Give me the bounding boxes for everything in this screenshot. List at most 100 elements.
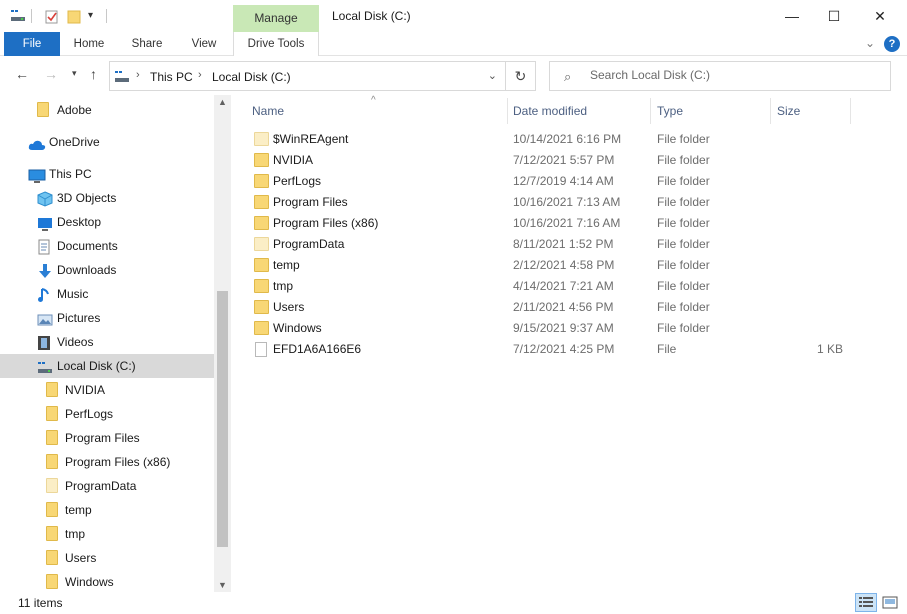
nav-item-3d-objects[interactable]: 3D Objects [0,186,214,210]
nav-item-onedrive[interactable]: OneDrive [0,130,214,154]
customize-quick-access-icon[interactable]: ▾ [88,10,93,21]
column-separator[interactable] [850,98,851,124]
file-row[interactable]: tmp 4/14/2021 7:21 AM File folder [251,276,851,297]
file-row[interactable]: Windows 9/15/2021 9:37 AM File folder [251,318,851,339]
recent-locations-icon[interactable]: ▾ [72,68,77,79]
file-name: ProgramData [273,237,345,251]
this-pc-icon [28,167,46,183]
scrollbar-thumb[interactable] [217,291,228,547]
details-view-button[interactable] [855,593,877,612]
file-date-modified: 2/12/2021 4:58 PM [513,258,615,272]
file-row[interactable]: Program Files (x86) 10/16/2021 7:16 AM Fil… [251,213,851,234]
nav-item-label: Windows [65,575,114,589]
forward-arrow-icon[interactable]: → [44,66,58,82]
tab-drive-tools[interactable]: Drive Tools [233,32,319,56]
back-arrow-icon[interactable]: ← [15,66,29,82]
nav-item-label: NVIDIA [65,383,106,397]
tab-home[interactable]: Home [66,32,112,56]
breadcrumb-chevron-icon[interactable]: › [136,69,140,81]
scroll-down-icon[interactable]: ▼ [218,580,227,590]
nav-item-tmp[interactable]: tmp [0,522,214,546]
nav-item-nvidia[interactable]: NVIDIA [0,378,214,402]
nav-item-local-disk-c[interactable]: Local Disk (C:) [0,354,214,378]
file-row[interactable]: $WinREAgent 10/14/2021 6:16 PM File folder [251,129,851,150]
file-icon [255,342,267,357]
nav-item-music[interactable]: Music [0,282,214,306]
tab-file[interactable]: File [4,32,60,56]
nav-item-label: Desktop [57,215,102,229]
nav-item-downloads[interactable]: Downloads [0,258,214,282]
nav-item-documents[interactable]: Documents [0,234,214,258]
file-type: File folder [657,300,710,314]
search-box[interactable]: ⌕ [549,61,891,91]
breadcrumb-chevron-icon[interactable]: › [198,69,202,81]
nav-item-label: Local Disk (C:) [57,359,136,373]
file-date-modified: 10/14/2021 6:16 PM [513,132,622,146]
address-dropdown-icon[interactable]: ⌄ [488,69,497,82]
file-row[interactable]: ProgramData 8/11/2021 1:52 PM File folder [251,234,851,255]
nav-item-desktop[interactable]: Desktop [0,210,214,234]
nav-item-windows[interactable]: Windows [0,570,214,592]
close-button[interactable]: ✕ [857,0,903,32]
column-header-date-modified[interactable]: Date modified [513,102,587,128]
nav-pane-scrollbar[interactable]: ▲ ▼ [214,95,231,592]
nav-item-temp[interactable]: temp [0,498,214,522]
folder-icon [254,174,269,188]
file-row[interactable]: temp 2/12/2021 4:58 PM File folder [251,255,851,276]
folder-icon [46,430,62,445]
column-separator[interactable] [507,98,508,124]
file-row[interactable]: Program Files 10/16/2021 7:13 AM File fold… [251,192,851,213]
title-bar: ▾ Manage Local Disk (C:) — ☐ ✕ [0,0,907,32]
folder-icon [46,574,62,589]
column-separator[interactable] [770,98,771,124]
nav-item-pictures[interactable]: Pictures [0,306,214,330]
nav-item-videos[interactable]: Videos [0,330,214,354]
properties-icon[interactable] [44,9,60,28]
up-arrow-icon[interactable]: ↑ [90,66,97,82]
file-type: File folder [657,174,710,188]
nav-item-label: Downloads [57,263,117,277]
nav-item-this-pc[interactable]: This PC [0,162,214,186]
search-input[interactable] [590,68,880,82]
minimize-button[interactable]: — [769,0,815,32]
tab-view[interactable]: View [181,32,227,56]
new-folder-icon[interactable] [67,9,82,27]
nav-item-perflogs[interactable]: PerfLogs [0,402,214,426]
breadcrumb-local-disk[interactable]: Local Disk (C:) [212,70,291,84]
column-separator[interactable] [650,98,651,124]
breadcrumb-this-pc[interactable]: This PC [150,70,193,84]
maximize-button[interactable]: ☐ [811,0,857,32]
scroll-up-icon[interactable]: ▲ [218,97,227,107]
file-type: File folder [657,153,710,167]
column-header-type[interactable]: Type [657,102,683,128]
file-type: File [657,342,677,356]
navigation-pane: Windows Users tmp temp ProgramData Program Fi… [0,95,231,592]
refresh-button[interactable]: ↻ [506,61,536,91]
address-bar[interactable]: › This PC › Local Disk (C:) ⌄ [109,61,506,91]
column-header-name[interactable]: Name [252,102,284,128]
file-date-modified: 8/11/2021 1:52 PM [513,237,614,251]
file-row[interactable]: NVIDIA 7/12/2021 5:57 PM File folder [251,150,851,171]
expand-ribbon-icon[interactable]: ⌄ [865,36,875,50]
nav-item-label: Documents [57,239,118,253]
file-row[interactable]: EFD1A6A166E6 7/12/2021 4:25 PM File 1 KB [251,339,851,360]
tab-share[interactable]: Share [124,32,170,56]
nav-item-program-files-x86[interactable]: Program Files (x86) [0,450,214,474]
help-icon[interactable]: ? [884,36,900,52]
file-row[interactable]: PerfLogs 12/7/2019 4:14 AM File folder [251,171,851,192]
column-header-size[interactable]: Size [777,102,800,128]
file-date-modified: 12/7/2019 4:14 AM [513,174,614,188]
nav-item-programdata[interactable]: ProgramData [0,474,214,498]
file-date-modified: 10/16/2021 7:16 AM [513,216,621,230]
nav-item-label: Program Files (x86) [65,455,171,469]
large-icons-view-button[interactable] [879,593,901,612]
nav-item-program-files[interactable]: Program Files [0,426,214,450]
quick-access-separator-2 [106,9,107,23]
nav-item-users[interactable]: Users [0,546,214,570]
desktop-icon [37,215,53,231]
file-row[interactable]: Users 2/11/2021 4:56 PM File folder [251,297,851,318]
nav-item-adobe[interactable]: Adobe [0,98,214,122]
nav-item-label: ProgramData [65,479,137,493]
downloads-icon [37,263,53,278]
nav-item-label: OneDrive [49,135,100,149]
